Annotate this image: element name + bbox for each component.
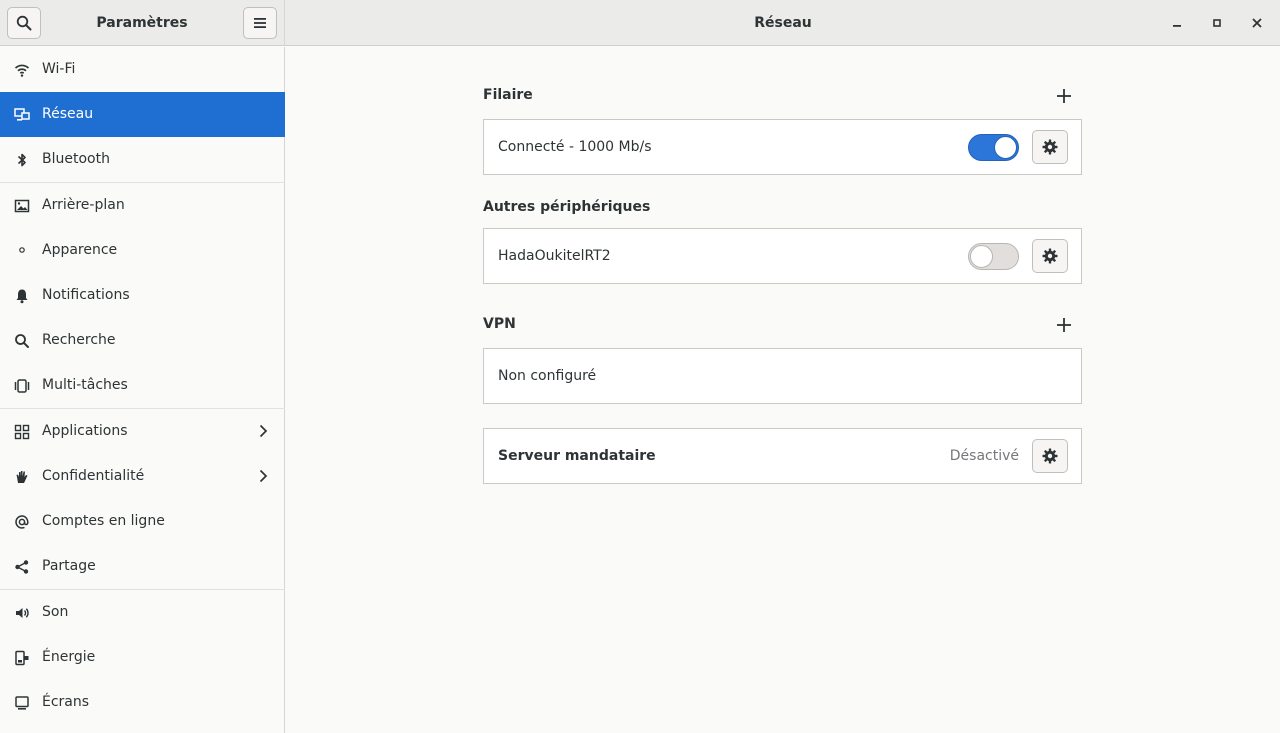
wired-connection-toggle[interactable] xyxy=(968,134,1019,161)
section-title-other-devices: Autres périphériques xyxy=(483,199,651,215)
minimize-button[interactable] xyxy=(1165,11,1189,35)
main-menu-button[interactable] xyxy=(243,7,277,39)
header-bar: Paramètres Réseau xyxy=(0,0,1280,46)
toggle-knob xyxy=(970,245,993,268)
sidebar-item-label: Comptes en ligne xyxy=(42,513,165,529)
sidebar: Wi-Fi Réseau Bluetooth Arrière-plan Appa… xyxy=(0,47,285,733)
network-panel: Filaire Connecté - 1000 Mb/s Autres péri… xyxy=(286,47,1280,733)
chevron-right-icon xyxy=(255,468,271,484)
search-icon xyxy=(16,15,32,31)
share-icon xyxy=(13,558,30,575)
sidebar-item-power[interactable]: Énergie xyxy=(0,635,285,680)
sidebar-item-sound[interactable]: Son xyxy=(0,590,285,635)
sidebar-item-displays[interactable]: Écrans xyxy=(0,680,285,725)
sidebar-item-label: Réseau xyxy=(42,106,94,122)
maximize-button[interactable] xyxy=(1205,11,1229,35)
sidebar-item-applications[interactable]: Applications xyxy=(0,409,285,454)
sidebar-item-background[interactable]: Arrière-plan xyxy=(0,183,285,228)
sidebar-item-label: Multi-tâches xyxy=(42,377,128,393)
other-device-toggle[interactable] xyxy=(968,243,1019,270)
sidebar-item-search[interactable]: Recherche xyxy=(0,318,285,363)
add-wired-connection-button[interactable] xyxy=(1051,83,1077,109)
app-title: Paramètres xyxy=(96,15,188,31)
proxy-row[interactable]: Serveur mandataire Désactivé xyxy=(483,428,1082,484)
sidebar-item-appearance[interactable]: Apparence xyxy=(0,228,285,273)
other-device-label: HadaOukitelRT2 xyxy=(498,248,611,264)
proxy-settings-button[interactable] xyxy=(1032,439,1068,473)
sidebar-item-sharing[interactable]: Partage xyxy=(0,544,285,589)
sidebar-item-label: Wi-Fi xyxy=(42,61,76,77)
gear-icon xyxy=(1042,139,1058,155)
search-icon xyxy=(13,332,30,349)
other-device-row: HadaOukitelRT2 xyxy=(483,228,1082,284)
maximize-icon xyxy=(1213,19,1221,27)
hand-icon xyxy=(13,468,30,485)
sidebar-item-label: Applications xyxy=(42,423,128,439)
plus-icon xyxy=(1057,318,1071,332)
sidebar-header: Paramètres xyxy=(0,0,285,46)
display-icon xyxy=(13,694,30,711)
proxy-label: Serveur mandataire xyxy=(498,448,656,464)
power-icon xyxy=(13,649,30,666)
network-icon xyxy=(13,106,30,123)
wired-settings-button[interactable] xyxy=(1032,130,1068,164)
vpn-row: Non configuré xyxy=(483,348,1082,404)
speaker-icon xyxy=(13,604,30,621)
bluetooth-icon xyxy=(13,151,30,168)
chevron-right-icon xyxy=(255,423,271,439)
sidebar-item-online-accounts[interactable]: Comptes en ligne xyxy=(0,499,285,544)
sidebar-item-label: Confidentialité xyxy=(42,468,145,484)
proxy-status: Désactivé xyxy=(949,448,1019,464)
hamburger-menu-icon xyxy=(254,18,266,28)
sidebar-item-label: Son xyxy=(42,604,69,620)
section-title-wired: Filaire xyxy=(483,87,533,103)
wired-connection-label: Connecté - 1000 Mb/s xyxy=(498,139,652,155)
search-button[interactable] xyxy=(7,7,41,39)
sidebar-item-label: Notifications xyxy=(42,287,130,303)
at-icon xyxy=(13,513,30,530)
other-device-settings-button[interactable] xyxy=(1032,239,1068,273)
vpn-status-label: Non configuré xyxy=(498,368,597,384)
page-title: Réseau xyxy=(754,15,812,31)
appearance-icon xyxy=(13,242,30,259)
multitasking-icon xyxy=(13,377,30,394)
wired-connection-row: Connecté - 1000 Mb/s xyxy=(483,119,1082,175)
sidebar-item-bluetooth[interactable]: Bluetooth xyxy=(0,137,285,182)
close-icon xyxy=(1252,18,1262,28)
sidebar-item-label: Apparence xyxy=(42,242,118,258)
sidebar-item-privacy[interactable]: Confidentialité xyxy=(0,454,285,499)
wifi-icon xyxy=(13,61,30,78)
sidebar-item-notifications[interactable]: Notifications xyxy=(0,273,285,318)
sidebar-item-wifi[interactable]: Wi-Fi xyxy=(0,47,285,92)
minimize-icon xyxy=(1173,25,1181,27)
sidebar-item-label: Bluetooth xyxy=(42,151,110,167)
gear-icon xyxy=(1042,448,1058,464)
sidebar-item-multitasking[interactable]: Multi-tâches xyxy=(0,363,285,408)
image-icon xyxy=(13,197,30,214)
gear-icon xyxy=(1042,248,1058,264)
bell-icon xyxy=(13,287,30,304)
sidebar-item-network[interactable]: Réseau xyxy=(0,92,285,137)
sidebar-item-label: Recherche xyxy=(42,332,116,348)
toggle-knob xyxy=(994,136,1017,159)
close-button[interactable] xyxy=(1245,11,1269,35)
sidebar-item-label: Énergie xyxy=(42,649,96,665)
plus-icon xyxy=(1057,89,1071,103)
section-title-vpn: VPN xyxy=(483,316,516,332)
add-vpn-button[interactable] xyxy=(1051,312,1077,338)
sidebar-item-label: Écrans xyxy=(42,694,90,710)
sidebar-item-label: Partage xyxy=(42,558,96,574)
sidebar-item-label: Arrière-plan xyxy=(42,197,125,213)
apps-grid-icon xyxy=(13,423,30,440)
